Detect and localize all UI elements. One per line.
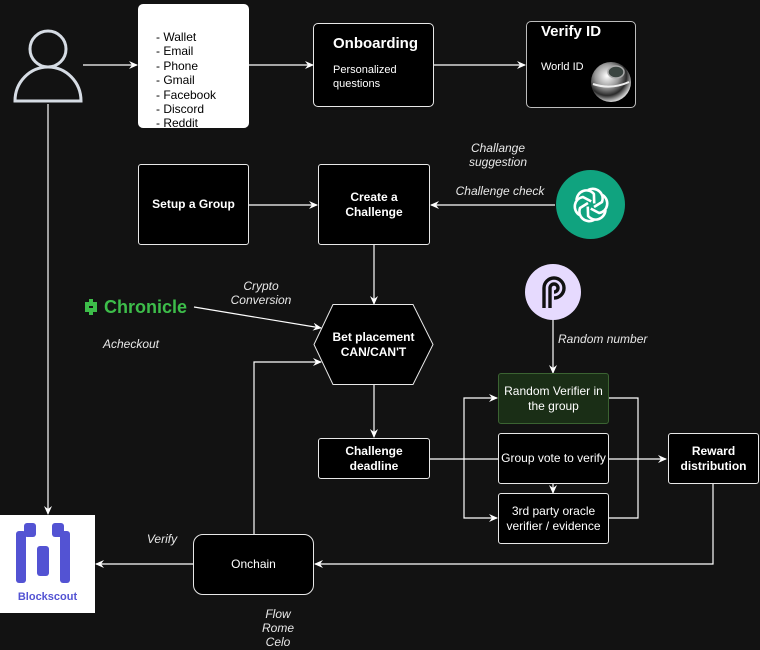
- create-challenge-node[interactable]: Create a Challenge: [318, 164, 430, 245]
- chronicle-name: Chronicle: [104, 296, 188, 317]
- bet-placement-node[interactable]: Bet placement CAN/CAN'T: [313, 304, 434, 385]
- login-method: - Discord: [156, 102, 205, 117]
- login-method: - Wallet: [156, 30, 197, 44]
- group-vote-label: Group vote to verify: [501, 451, 606, 465]
- chronicle-logo[interactable]: Chronicle: [82, 296, 187, 318]
- onchain-label: Onchain: [231, 557, 276, 571]
- login-method: - Facebook: [156, 87, 217, 102]
- edge-loop-to-oracle: [463, 459, 498, 522]
- challenge-suggestion-line: Challange: [470, 141, 526, 155]
- random-verifier-node[interactable]: Random Verifier in the group: [498, 373, 609, 424]
- oracle-verifier-line: verifier / evidence: [506, 518, 601, 533]
- create-challenge-line: Create a: [350, 189, 398, 204]
- crypto-conversion-label: Crypto Conversion: [224, 279, 298, 307]
- openai-icon: [570, 185, 611, 224]
- chains-label: Flow Rome Celo: [255, 607, 301, 649]
- user-icon: [13, 29, 83, 103]
- bet-placement-line: Bet placement: [332, 329, 415, 344]
- random-verifier-line: Random Verifier in: [504, 383, 603, 398]
- crypto-conversion-line: Crypto: [243, 279, 279, 293]
- reward-line: Reward: [691, 443, 736, 458]
- random-verifier-line: the group: [528, 398, 579, 413]
- verify-label: Verify: [146, 532, 178, 546]
- acheckout-label: Acheckout: [102, 337, 160, 351]
- onboarding-title: Onboarding: [333, 35, 418, 52]
- world-id-label: World ID: [541, 61, 584, 73]
- blockscout-node[interactable]: Blockscout: [0, 515, 95, 613]
- login-method: - Gmail: [156, 73, 195, 88]
- setup-group-node[interactable]: Setup a Group: [138, 164, 249, 245]
- reward-distribution-node[interactable]: Reward distribution: [668, 433, 759, 484]
- login-methods-box[interactable]: - Wallet - Email - Phone - Gmail - Faceb…: [138, 4, 249, 128]
- random-number-label: Random number: [558, 332, 648, 346]
- oracle-verifier-line: 3rd party oracle: [511, 503, 596, 518]
- edge-chronicle-to-bet: [193, 306, 322, 331]
- create-challenge-line: Challenge: [345, 204, 403, 219]
- oracle-verifier-node[interactable]: 3rd party oracle verifier / evidence: [498, 493, 609, 544]
- onboarding-node[interactable]: Onboarding Personalized questions: [313, 23, 434, 107]
- verify-id-node[interactable]: Verify ID World ID: [526, 21, 636, 108]
- blockscout-logo-icon: [16, 523, 70, 583]
- user-node[interactable]: [12, 27, 84, 103]
- login-method: - Email: [156, 44, 194, 59]
- pyth-node[interactable]: [525, 264, 581, 320]
- edge-random-right: [609, 397, 639, 519]
- edge-loop-to-random: [463, 394, 498, 459]
- setup-group-label: Setup a Group: [152, 197, 235, 211]
- login-method: - Reddit: [156, 116, 199, 128]
- onboarding-subtitle: Personalized questions: [333, 63, 397, 91]
- openai-node[interactable]: [556, 170, 625, 239]
- world-id-orb-icon: [591, 62, 631, 102]
- edge-onchain-to-bet: [253, 358, 322, 534]
- verify-id-title: Verify ID: [541, 23, 602, 40]
- blockscout-name: Blockscout: [17, 591, 78, 603]
- challenge-deadline-line: Challenge: [345, 443, 403, 458]
- challenge-check-label: Challenge check: [455, 184, 545, 198]
- chain-name: Flow: [265, 607, 291, 621]
- reward-line: distribution: [680, 458, 747, 473]
- chronicle-logo-icon: [85, 299, 97, 315]
- onchain-node[interactable]: Onchain: [193, 534, 314, 595]
- bet-placement-line: CAN/CAN'T: [340, 344, 407, 359]
- chain-name: Celo: [265, 635, 291, 649]
- bet-placement-label: Bet placement CAN/CAN'T: [313, 304, 434, 385]
- login-method: - Phone: [156, 58, 199, 73]
- challenge-suggestion-line: suggestion: [468, 155, 528, 169]
- login-methods-list: - Wallet - Email - Phone - Gmail - Faceb…: [156, 30, 249, 128]
- group-vote-node[interactable]: Group vote to verify: [498, 433, 609, 484]
- pyth-logo-icon: [542, 276, 566, 308]
- onboarding-subtitle-line: questions: [333, 78, 381, 90]
- crypto-conversion-line: Conversion: [230, 293, 292, 307]
- challenge-suggestion-label: Challange suggestion: [458, 141, 538, 169]
- challenge-deadline-line: deadline: [349, 458, 399, 473]
- challenge-deadline-node[interactable]: Challenge deadline: [318, 438, 430, 479]
- chain-name: Rome: [261, 621, 294, 635]
- onboarding-subtitle-line: Personalized: [333, 64, 397, 76]
